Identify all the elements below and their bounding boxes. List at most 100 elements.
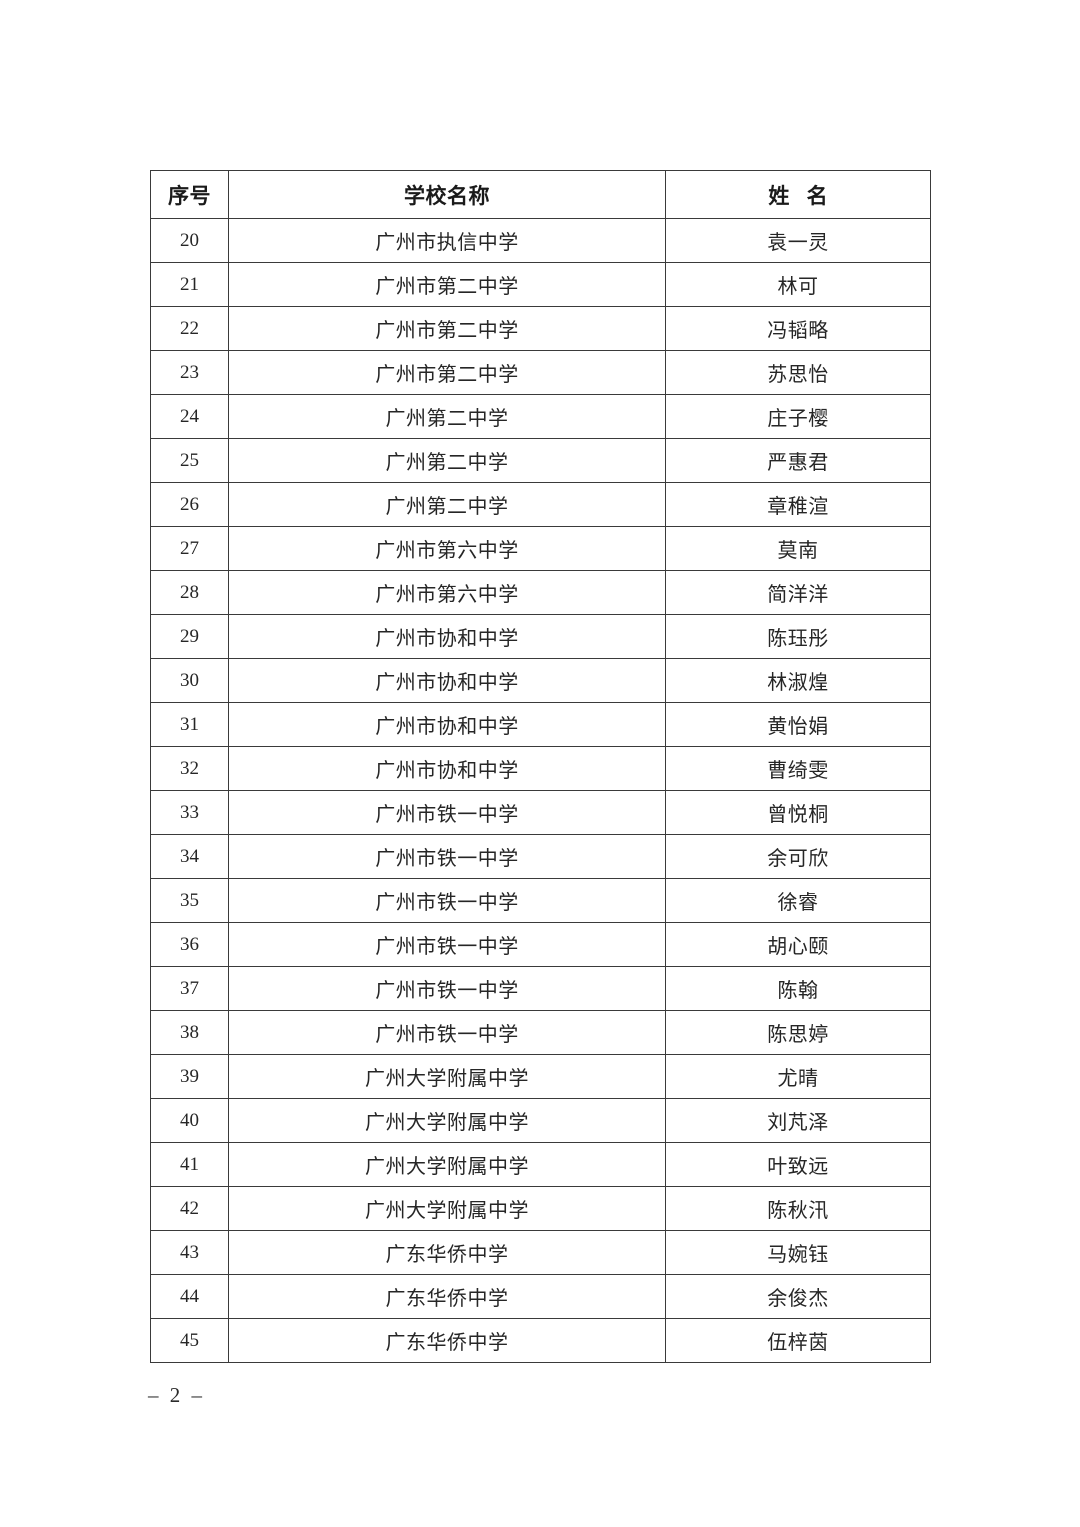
cell-school: 广州市第二中学	[228, 306, 666, 351]
table-row: 22 广州市第二中学 冯韬略	[150, 306, 931, 351]
cell-index: 21	[150, 262, 229, 307]
table-row: 29 广州市协和中学 陈珏彤	[150, 614, 931, 659]
cell-index: 26	[150, 482, 229, 527]
cell-school: 广州市协和中学	[228, 702, 666, 747]
cell-index: 20	[150, 218, 229, 263]
cell-school: 广东华侨中学	[228, 1318, 666, 1363]
cell-name: 庄子樱	[665, 394, 931, 439]
cell-name: 陈翰	[665, 966, 931, 1011]
table-row: 28 广州市第六中学 简洋洋	[150, 570, 931, 615]
table-row: 36 广州市铁一中学 胡心颐	[150, 922, 931, 967]
cell-name: 余可欣	[665, 834, 931, 879]
table-row: 39 广州大学附属中学 尤晴	[150, 1054, 931, 1099]
cell-name: 莫南	[665, 526, 931, 571]
cell-name: 严惠君	[665, 438, 931, 483]
cell-index: 43	[150, 1230, 229, 1275]
cell-school: 广州市协和中学	[228, 614, 666, 659]
roster-table-container: 序号 学校名称 姓 名 20 广州市执信中学 袁一灵 21 广州市第二中学 林可 22 广州市…	[150, 170, 931, 1363]
cell-school: 广州第二中学	[228, 438, 666, 483]
cell-index: 34	[150, 834, 229, 879]
cell-index: 24	[150, 394, 229, 439]
cell-school: 广州市第六中学	[228, 526, 666, 571]
table-row: 37 广州市铁一中学 陈翰	[150, 966, 931, 1011]
table-row: 32 广州市协和中学 曹绮雯	[150, 746, 931, 791]
cell-index: 42	[150, 1186, 229, 1231]
cell-index: 28	[150, 570, 229, 615]
cell-name: 徐睿	[665, 878, 931, 923]
table-row: 42 广州大学附属中学 陈秋汛	[150, 1186, 931, 1231]
roster-table: 序号 学校名称 姓 名 20 广州市执信中学 袁一灵 21 广州市第二中学 林可 22 广州市…	[150, 170, 931, 1363]
table-row: 45 广东华侨中学 伍梓茵	[150, 1318, 931, 1363]
cell-index: 35	[150, 878, 229, 923]
table-row: 26 广州第二中学 章稚渲	[150, 482, 931, 527]
table-row: 35 广州市铁一中学 徐睿	[150, 878, 931, 923]
column-header-name: 姓 名	[665, 170, 931, 219]
table-row: 41 广州大学附属中学 叶致远	[150, 1142, 931, 1187]
column-header-school: 学校名称	[228, 170, 666, 219]
cell-index: 23	[150, 350, 229, 395]
table-row: 31 广州市协和中学 黄怡娟	[150, 702, 931, 747]
header-row: 序号 学校名称 姓 名	[150, 170, 931, 219]
cell-name: 马婉钰	[665, 1230, 931, 1275]
cell-name: 叶致远	[665, 1142, 931, 1187]
table-row: 34 广州市铁一中学 余可欣	[150, 834, 931, 879]
cell-index: 33	[150, 790, 229, 835]
table-row: 44 广东华侨中学 余俊杰	[150, 1274, 931, 1319]
cell-school: 广州市铁一中学	[228, 1010, 666, 1055]
cell-school: 广州市铁一中学	[228, 834, 666, 879]
cell-index: 44	[150, 1274, 229, 1319]
cell-index: 29	[150, 614, 229, 659]
cell-index: 38	[150, 1010, 229, 1055]
cell-index: 39	[150, 1054, 229, 1099]
table-row: 21 广州市第二中学 林可	[150, 262, 931, 307]
cell-name: 余俊杰	[665, 1274, 931, 1319]
cell-index: 45	[150, 1318, 229, 1363]
cell-school: 广州第二中学	[228, 394, 666, 439]
document-page: 序号 学校名称 姓 名 20 广州市执信中学 袁一灵 21 广州市第二中学 林可 22 广州市…	[0, 0, 1080, 1527]
cell-index: 32	[150, 746, 229, 791]
cell-name: 林淑煌	[665, 658, 931, 703]
cell-index: 40	[150, 1098, 229, 1143]
table-row: 27 广州市第六中学 莫南	[150, 526, 931, 571]
cell-index: 37	[150, 966, 229, 1011]
cell-school: 广州第二中学	[228, 482, 666, 527]
cell-school: 广州大学附属中学	[228, 1098, 666, 1143]
cell-school: 广州市协和中学	[228, 746, 666, 791]
cell-name: 黄怡娟	[665, 702, 931, 747]
cell-name: 章稚渲	[665, 482, 931, 527]
cell-index: 22	[150, 306, 229, 351]
cell-name: 简洋洋	[665, 570, 931, 615]
cell-name: 胡心颐	[665, 922, 931, 967]
cell-index: 31	[150, 702, 229, 747]
cell-index: 36	[150, 922, 229, 967]
page-number: – 2 –	[148, 1383, 205, 1407]
cell-name: 冯韬略	[665, 306, 931, 351]
table-row: 20 广州市执信中学 袁一灵	[150, 218, 931, 263]
cell-school: 广州市铁一中学	[228, 790, 666, 835]
cell-name: 陈思婷	[665, 1010, 931, 1055]
cell-school: 广州市第二中学	[228, 350, 666, 395]
cell-school: 广东华侨中学	[228, 1274, 666, 1319]
table-row: 24 广州第二中学 庄子樱	[150, 394, 931, 439]
cell-school: 广州大学附属中学	[228, 1142, 666, 1187]
cell-school: 广州市执信中学	[228, 218, 666, 263]
cell-school: 广州大学附属中学	[228, 1186, 666, 1231]
table-header: 序号 学校名称 姓 名	[150, 170, 931, 219]
table-row: 40 广州大学附属中学 刘芃泽	[150, 1098, 931, 1143]
table-row: 25 广州第二中学 严惠君	[150, 438, 931, 483]
table-row: 38 广州市铁一中学 陈思婷	[150, 1010, 931, 1055]
table-row: 43 广东华侨中学 马婉钰	[150, 1230, 931, 1275]
cell-name: 袁一灵	[665, 218, 931, 263]
cell-name: 曹绮雯	[665, 746, 931, 791]
cell-school: 广州市铁一中学	[228, 922, 666, 967]
cell-school: 广州市协和中学	[228, 658, 666, 703]
table-row: 23 广州市第二中学 苏思怡	[150, 350, 931, 395]
cell-school: 广州大学附属中学	[228, 1054, 666, 1099]
cell-index: 25	[150, 438, 229, 483]
cell-school: 广州市铁一中学	[228, 966, 666, 1011]
cell-name: 林可	[665, 262, 931, 307]
cell-name: 刘芃泽	[665, 1098, 931, 1143]
table-row: 30 广州市协和中学 林淑煌	[150, 658, 931, 703]
cell-name: 伍梓茵	[665, 1318, 931, 1363]
cell-name: 陈珏彤	[665, 614, 931, 659]
